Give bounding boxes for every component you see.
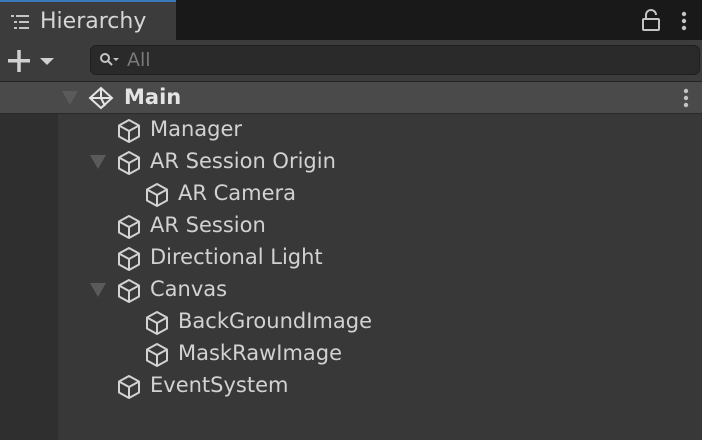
plus-icon <box>8 50 54 72</box>
search-input[interactable] <box>127 46 687 74</box>
hierarchy-item-label: AR Camera <box>178 181 297 205</box>
hierarchy-item-label: Manager <box>150 117 243 141</box>
panel-menu-icon[interactable] <box>676 10 692 32</box>
hierarchy-item-label: Canvas <box>150 277 228 301</box>
gameobject-cube-icon <box>146 311 168 335</box>
search-icon <box>100 53 119 66</box>
hierarchy-item-label: BackGroundImage <box>178 309 372 333</box>
expand-arrow-icon[interactable] <box>90 283 106 297</box>
tab-hierarchy[interactable]: Hierarchy <box>0 0 176 40</box>
hierarchy-item-label: MaskRawImage <box>178 341 343 365</box>
expand-arrow-icon[interactable] <box>62 91 78 105</box>
hierarchy-item[interactable]: EventSystem <box>58 370 702 402</box>
hierarchy-toolbar <box>0 40 702 82</box>
hierarchy-panel: Hierarchy All Main Manager AR Session Or… <box>0 0 702 440</box>
hierarchy-item[interactable]: AR Session <box>58 210 702 242</box>
scene-row[interactable]: Main <box>0 82 702 114</box>
tree-gutter <box>0 82 58 440</box>
hierarchy-item[interactable]: Canvas <box>58 274 702 306</box>
expand-arrow-icon[interactable] <box>90 155 106 169</box>
gameobject-cube-icon <box>118 119 140 143</box>
gameobject-cube-icon <box>118 375 140 399</box>
tab-bar: Hierarchy <box>0 0 702 40</box>
scene-label: Main <box>124 85 182 109</box>
hierarchy-list-icon <box>11 15 29 29</box>
hierarchy-item-label: AR Session Origin <box>150 149 336 173</box>
gameobject-cube-icon <box>146 183 168 207</box>
hierarchy-item-label: EventSystem <box>150 373 289 397</box>
hierarchy-item[interactable]: Manager <box>58 114 702 146</box>
gameobject-cube-icon <box>118 215 140 239</box>
gameobject-cube-icon <box>118 279 140 303</box>
hierarchy-item-label: Directional Light <box>150 245 323 269</box>
search-field[interactable] <box>90 45 700 75</box>
gameobject-cube-icon <box>118 151 140 175</box>
create-dropdown-button[interactable] <box>4 47 60 75</box>
scene-menu-icon[interactable] <box>678 87 694 109</box>
gameobject-cube-icon <box>118 247 140 271</box>
tab-title: Hierarchy <box>40 9 147 34</box>
hierarchy-item[interactable]: BackGroundImage <box>58 306 702 338</box>
hierarchy-item[interactable]: Directional Light <box>58 242 702 274</box>
hierarchy-item[interactable]: MaskRawImage <box>58 338 702 370</box>
hierarchy-item[interactable]: AR Session Origin <box>58 146 702 178</box>
gameobject-cube-icon <box>146 343 168 367</box>
lock-icon[interactable] <box>641 9 661 31</box>
hierarchy-item[interactable]: AR Camera <box>58 178 702 210</box>
unity-logo-icon <box>88 86 114 110</box>
hierarchy-item-label: AR Session <box>150 213 266 237</box>
